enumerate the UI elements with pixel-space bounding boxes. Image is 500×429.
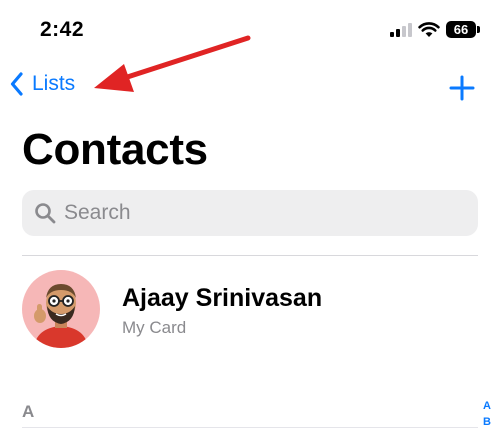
page-title: Contacts <box>22 125 208 174</box>
my-card-label: My Card <box>122 318 187 337</box>
section-header: A <box>22 402 35 421</box>
status-icons: 66 <box>390 16 480 42</box>
plus-icon[interactable] <box>448 74 476 102</box>
divider <box>22 255 478 256</box>
battery-indicator: 66 <box>446 20 480 38</box>
search-input[interactable]: Search <box>22 190 478 236</box>
magnifying-glass-icon <box>35 203 56 224</box>
index-letter-a[interactable]: A <box>483 400 491 412</box>
chevron-left-icon <box>10 72 23 96</box>
index-letter-b[interactable]: B <box>483 416 491 428</box>
back-button-label: Lists <box>32 72 76 95</box>
search-placeholder: Search <box>64 201 131 224</box>
back-button[interactable]: Lists <box>10 72 75 96</box>
wifi-icon <box>418 21 440 37</box>
section-divider <box>22 427 478 428</box>
cellular-signal-icon <box>390 22 412 37</box>
my-card-name: Ajaay Srinivasan <box>122 284 323 312</box>
avatar <box>22 270 100 348</box>
status-time: 2:42 <box>40 18 85 41</box>
my-card-row[interactable]: Ajaay Srinivasan My Card <box>22 268 478 350</box>
